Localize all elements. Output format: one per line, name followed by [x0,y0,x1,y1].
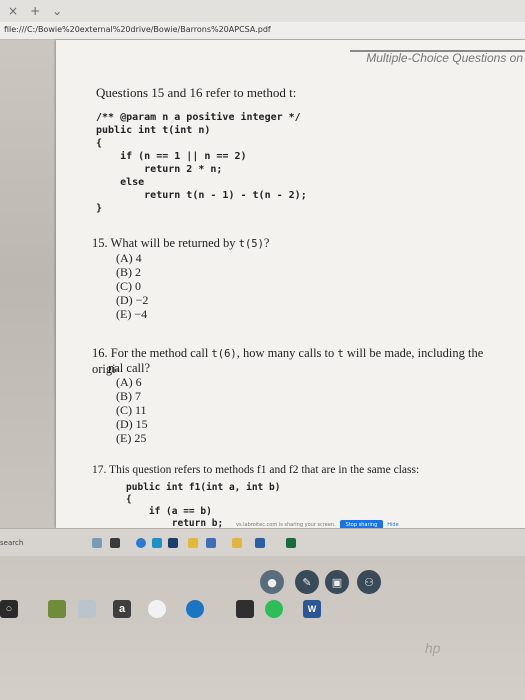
question-text: This question refers to methods f1 and f… [109,464,420,476]
power-icon[interactable]: ○ [0,600,18,618]
url-text[interactable]: file:///C:/Bowie%20external%20drive/Bowi… [4,25,271,34]
account-icon[interactable]: ● [260,570,284,594]
code-line: public int t(int n) [96,125,211,136]
questions-heading: Questions 15 and 16 refer to method t: [96,85,297,100]
taskbar-search[interactable]: search [0,539,23,547]
question-text: , how many calls to [236,346,338,360]
address-bar[interactable]: file:///C:/Bowie%20external%20drive/Bowi… [0,22,525,40]
people-icon[interactable]: ⚇ [357,570,381,594]
ie-icon[interactable] [152,538,162,548]
answer-choice: (D) 15 [116,417,148,431]
question-text: For the method call [110,346,212,360]
code-line: return 2 * n; [96,164,223,175]
code-line: return t(n - 1) - t(n - 2); [96,190,307,201]
code-line: /** @param n a positive integer */ [96,112,301,123]
question-text: nal call? [108,361,150,375]
answer-choice: (C) 11 [116,403,147,417]
question-number: 15. [92,236,108,250]
tab-menu-icon[interactable]: ⌄ [52,4,62,18]
question-17: 17. This question refers to methods f1 a… [92,463,419,478]
excel-icon[interactable] [286,538,296,548]
question-text: ? [263,236,270,250]
spotify-icon[interactable] [265,600,283,618]
answer-choice: (E) −4 [116,307,148,321]
code-line: { [126,494,132,505]
image-icon[interactable]: ▣ [325,570,349,594]
answer-choice: (D) −2 [116,293,149,307]
code-line: { [96,138,103,149]
answer-choice: (C) 0 [116,279,141,293]
teams-icon[interactable] [255,538,265,548]
hp-app-icon[interactable] [186,600,204,618]
pdf-page: Multiple-Choice Questions on Questions 1… [56,40,525,529]
answer-choice: (B) 7 [116,389,141,403]
minecraft-icon[interactable] [48,600,66,618]
inline-code: t(6) [211,348,237,360]
tab-close-icon[interactable]: × [8,4,18,18]
code-line: public int f1(int a, int b) [126,482,281,493]
edge-icon[interactable] [136,538,146,548]
store-icon[interactable] [206,538,216,548]
word-icon[interactable] [168,538,178,548]
question-16: 16. For the method call t(6), how many c… [92,346,502,377]
code-line: if (n == 1 || n == 2) [96,151,247,162]
edit-icon[interactable]: ✎ [295,570,319,594]
amazon-icon[interactable]: a [113,600,131,618]
chrome-icon[interactable] [148,600,166,618]
mail-icon[interactable] [232,538,242,548]
answer-choice: (B) 2 [116,265,141,279]
new-tab-icon[interactable]: + [30,4,40,18]
question-number: 16. [92,346,108,360]
browser-tab-strip: × + ⌄ [0,0,525,22]
taskbar: search [0,528,525,556]
question-15: 15. What will be returned by t(5)? [92,236,269,252]
media-icon[interactable] [236,600,254,618]
bottom-dock: ○ a W [0,596,525,624]
photos-icon[interactable] [78,600,96,618]
question-text: What will be returned by [110,236,239,250]
task-view-icon[interactable] [110,538,120,548]
code-line: } [96,203,103,214]
file-explorer-icon[interactable] [188,538,198,548]
page-header: Multiple-Choice Questions on [350,50,525,64]
word-app-icon[interactable]: W [303,600,321,618]
answer-choice: (A) 6 [116,375,142,389]
answer-choice: (E) 25 [116,431,147,445]
mic-icon[interactable] [92,538,102,548]
hp-logo: hp [425,640,441,656]
answer-choice: (A) 4 [116,251,142,265]
inline-code: t(5) [238,238,264,250]
question-number: 17. [92,464,107,476]
code-line: else [96,177,145,188]
code-line: if (a == b) [126,506,212,517]
